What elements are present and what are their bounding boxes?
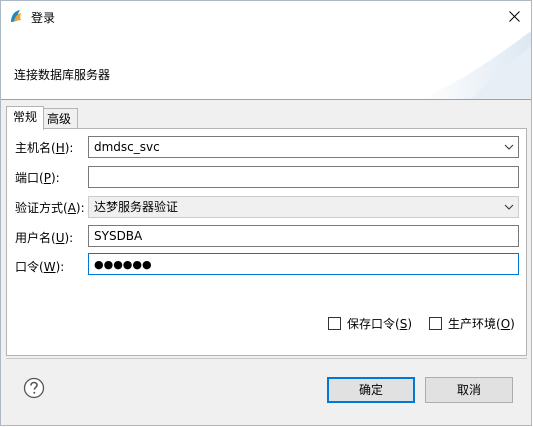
ok-button[interactable]: 确定 [327, 377, 415, 403]
host-label: 主机名(H): [15, 141, 74, 155]
tab-general[interactable]: 常规 [6, 106, 44, 130]
port-input[interactable] [88, 166, 519, 188]
password-label: 口令(W): [15, 260, 65, 274]
chevron-down-icon[interactable] [504, 143, 514, 151]
save-password-box[interactable] [328, 316, 341, 330]
auth-method-label: 验证方式(A): [15, 201, 85, 215]
auth-method-value: 达梦服务器验证 [94, 200, 179, 214]
host-combobox[interactable]: dmdsc_svc [88, 136, 519, 158]
title-bar: 登录 [1, 1, 531, 31]
password-input[interactable]: ●●●●●● [88, 253, 519, 275]
production-env-box[interactable] [429, 316, 442, 330]
general-panel: 主机名(H): dmdsc_svc 端口(P): 验证方式(A): 达梦服务器验… [6, 128, 527, 356]
footer-divider [6, 358, 527, 359]
host-value: dmdsc_svc [94, 140, 160, 154]
username-input[interactable]: SYSDBA [88, 225, 519, 247]
tab-advanced[interactable]: 高级 [40, 108, 78, 129]
production-env-label: 生产环境(O) [448, 316, 515, 331]
header-banner: 连接数据库服务器 [1, 31, 531, 100]
app-logo-icon [11, 10, 21, 22]
window-title: 登录 [31, 11, 56, 25]
production-env-checkbox[interactable]: 生产环境(O) [429, 314, 520, 332]
username-value: SYSDBA [94, 229, 143, 243]
auth-method-select[interactable]: 达梦服务器验证 [88, 196, 519, 218]
chevron-down-icon[interactable] [504, 203, 514, 211]
login-dialog: 登录 连接数据库服务器 常规 高级 主机名(H): dmdsc_svc 端口(P… [0, 0, 532, 426]
close-icon [508, 10, 520, 22]
banner-message: 连接数据库服务器 [14, 68, 111, 82]
banner-decoration-icon [421, 31, 531, 99]
password-mask: ●●●●●● [94, 258, 152, 271]
save-password-checkbox[interactable]: 保存口令(S) [328, 314, 422, 332]
options-row: 保存口令(S) 生产环境(O) [320, 314, 520, 332]
port-label: 端口(P): [15, 171, 60, 185]
close-button[interactable] [503, 5, 525, 27]
username-label: 用户名(U): [15, 231, 74, 245]
cancel-button[interactable]: 取消 [425, 377, 513, 403]
help-icon[interactable] [23, 377, 45, 399]
save-password-label: 保存口令(S) [347, 316, 412, 331]
